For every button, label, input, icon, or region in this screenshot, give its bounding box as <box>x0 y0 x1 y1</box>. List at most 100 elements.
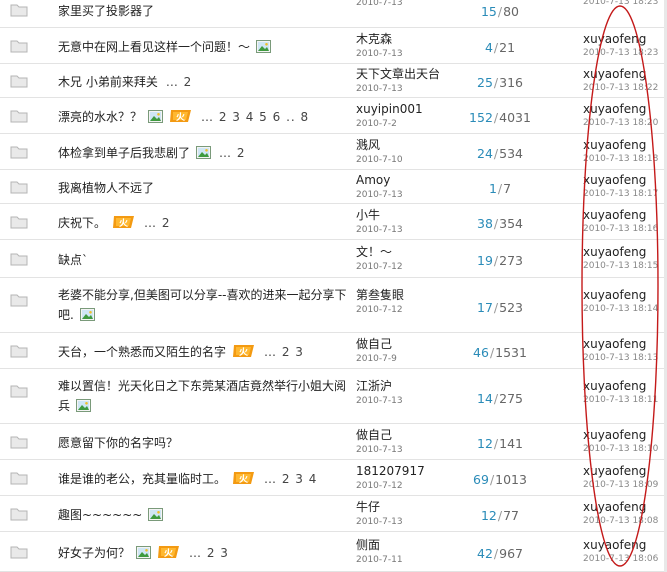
thread-row[interactable]: 愿意留下你的名字吗？ 做自己 2010-7-13 12/141 xuyaofeng 201… <box>0 424 667 460</box>
thread-row[interactable]: 木兄 小弟前来拜关… 2 天下文章出天台 2010-7-13 25/316 xuyaof… <box>0 64 667 98</box>
last-post-time: 2010-7-13 18:22 <box>583 83 659 93</box>
thread-title-text[interactable]: 天台，一个熟悉而又陌生的名字 <box>58 345 226 359</box>
thread-title[interactable]: 缺点` <box>58 250 348 270</box>
thread-title[interactable]: 庆祝下。 火 … 2 <box>58 213 348 233</box>
thread-title-text[interactable]: 体检拿到单子后我悲剧了 <box>58 146 190 160</box>
reply-count: 152 <box>469 110 493 125</box>
folder-icon <box>10 3 28 17</box>
last-post-user[interactable]: xuyaofeng <box>583 464 667 479</box>
view-count: 21 <box>499 40 516 55</box>
last-post-time: 2010-7-13 18:23 <box>583 48 659 58</box>
last-post-time: 2010-7-13 18:15 <box>583 261 659 271</box>
folder-icon <box>10 180 28 194</box>
thread-pages[interactable]: … 2 <box>166 75 192 89</box>
thread-row[interactable]: 谁是谁的老公，充其量临时工。火… 2 3 4 181207917 2010-7-12… <box>0 460 667 496</box>
last-post-user[interactable]: xuyaofeng <box>583 67 667 82</box>
stats-separator: / <box>489 345 495 360</box>
thread-title-text[interactable]: 难以置信！光天化日之下东莞某酒店竟然举行小姐大阅兵 <box>58 379 346 413</box>
stats-separator: / <box>493 546 499 561</box>
last-post-user[interactable]: xuyaofeng <box>583 245 667 260</box>
thread-stats: 24/534 <box>440 146 560 162</box>
thread-title-text[interactable]: 缺点` <box>58 253 88 267</box>
thread-title-text[interactable]: 好女子为何？ <box>58 546 130 560</box>
thread-title-text[interactable]: 趣图~~~~~~ <box>58 508 142 522</box>
thread-stats: 19/273 <box>440 253 560 269</box>
thread-pages[interactable]: … 2 3 <box>264 345 304 359</box>
thread-title-text[interactable]: 愿意留下你的名字吗？ <box>58 436 178 450</box>
thread-title-text[interactable]: 木兄 小弟前来拜关 <box>58 75 158 89</box>
thread-row[interactable]: 老婆不能分享,但美图可以分享--喜欢的进来一起分享下吧. 第叁隻眼 2010-7-1… <box>0 278 667 333</box>
last-post-user[interactable]: xuyaofeng <box>583 208 667 223</box>
thread-row[interactable]: 家里买了投影器了 2010-7-13 15/80 2010-7-13 18:23 <box>0 0 667 28</box>
last-post-user[interactable]: xuyaofeng <box>583 288 667 303</box>
last-post-user[interactable]: xuyaofeng <box>583 538 667 553</box>
thread-stats: 25/316 <box>440 75 560 91</box>
thread-row[interactable]: 难以置信！光天化日之下东莞某酒店竟然举行小姐大阅兵 江浙沪 2010-7-13 14/… <box>0 369 667 424</box>
thread-title-text[interactable]: 庆祝下。 <box>58 216 106 230</box>
image-attachment-icon <box>256 39 272 53</box>
thread-pages[interactable]: … 2 <box>219 146 245 160</box>
thread-row[interactable]: 缺点` 文！～ 2010-7-12 19/273 xuyaofeng 2010-7-13 … <box>0 240 667 278</box>
last-post-time: 2010-7-13 18:08 <box>583 516 659 526</box>
view-count: 4031 <box>499 110 531 125</box>
image-attachment-icon <box>136 545 152 559</box>
thread-pages[interactable]: … 2 3 4 5 6 .. 8 <box>201 110 309 124</box>
stats-separator: / <box>493 110 499 125</box>
thread-stats: 69/1013 <box>440 472 560 488</box>
last-post: xuyaofeng 2010-7-13 18:11 <box>583 379 667 406</box>
thread-title[interactable]: 老婆不能分享,但美图可以分享--喜欢的进来一起分享下吧. <box>58 285 348 325</box>
last-post-user[interactable]: xuyaofeng <box>583 379 667 394</box>
view-count: 273 <box>499 253 523 268</box>
last-post-time: 2010-7-13 18:18 <box>583 154 659 164</box>
thread-pages[interactable]: … 2 <box>144 216 170 230</box>
thread-title-text[interactable]: 无意中在网上看见这样一个问题！～ <box>58 40 250 54</box>
thread-row[interactable]: 体检拿到单子后我悲剧了… 2 溅风 2010-7-10 24/534 xuyaofeng… <box>0 134 667 170</box>
thread-stats: 38/354 <box>440 216 560 232</box>
view-count: 141 <box>499 436 523 451</box>
thread-title[interactable]: 体检拿到单子后我悲剧了 … 2 <box>58 143 348 163</box>
last-post-user[interactable]: xuyaofeng <box>583 500 667 515</box>
thread-row[interactable]: 我离植物人不远了 Amoy 2010-7-13 1/7 xuyaofeng 2010-7-… <box>0 170 667 204</box>
thread-title-text[interactable]: 老婆不能分享,但美图可以分享--喜欢的进来一起分享下吧. <box>58 288 346 322</box>
hot-fire-icon: 火 <box>157 545 181 559</box>
thread-row[interactable]: 庆祝下。火… 2 小牛 2010-7-13 38/354 xuyaofeng 2010-7… <box>0 204 667 240</box>
last-post: xuyaofeng 2010-7-13 18:13 <box>583 337 667 364</box>
thread-title-text[interactable]: 漂亮的水水？？ <box>58 110 142 124</box>
thread-row[interactable]: 趣图~~~~~~ 牛仔 2010-7-13 12/77 xuyaofeng 2010-7-… <box>0 496 667 532</box>
stats-separator: / <box>493 40 499 55</box>
thread-pages[interactable]: … 2 3 4 <box>264 472 317 486</box>
thread-title[interactable]: 难以置信！光天化日之下东莞某酒店竟然举行小姐大阅兵 <box>58 376 348 416</box>
thread-title[interactable]: 天台，一个熟悉而又陌生的名字 火 … 2 3 <box>58 342 348 362</box>
thread-row[interactable]: 漂亮的水水？？火… 2 3 4 5 6 .. 8 xuyipin001 2010-7… <box>0 98 667 134</box>
last-post: xuyaofeng 2010-7-13 18:10 <box>583 428 667 455</box>
last-post-user[interactable]: xuyaofeng <box>583 32 667 47</box>
last-post-user[interactable]: xuyaofeng <box>583 173 667 188</box>
last-post-time: 2010-7-13 18:09 <box>583 480 659 490</box>
thread-title[interactable]: 木兄 小弟前来拜关 … 2 <box>58 72 348 92</box>
svg-text:火: 火 <box>239 474 249 485</box>
thread-title-text[interactable]: 家里买了投影器了 <box>58 4 154 18</box>
last-post-time: 2010-7-13 18:23 <box>583 0 659 7</box>
last-post-user[interactable]: xuyaofeng <box>583 337 667 352</box>
thread-title[interactable]: 好女子为何？ 火 … 2 3 <box>58 543 348 563</box>
view-count: 1013 <box>495 472 527 487</box>
thread-title[interactable]: 愿意留下你的名字吗？ <box>58 433 348 453</box>
thread-title[interactable]: 我离植物人不远了 <box>58 178 348 198</box>
last-post-user[interactable]: xuyaofeng <box>583 428 667 443</box>
thread-row[interactable]: 无意中在网上看见这样一个问题！～ 木克森 2010-7-13 4/21 xuyaofen… <box>0 28 667 64</box>
thread-title[interactable]: 无意中在网上看见这样一个问题！～ <box>58 37 348 57</box>
thread-title-text[interactable]: 谁是谁的老公，充其量临时工。 <box>58 472 226 486</box>
thread-row[interactable]: 好女子为何？火… 2 3 侧面 2010-7-11 42/967 xuyaofeng 20… <box>0 532 667 572</box>
thread-pages[interactable]: … 2 3 <box>189 546 229 560</box>
thread-title-text[interactable]: 我离植物人不远了 <box>58 181 154 195</box>
last-post-user[interactable]: xuyaofeng <box>583 138 667 153</box>
thread-title[interactable]: 趣图~~~~~~ <box>58 505 348 525</box>
reply-count: 46 <box>473 345 489 360</box>
thread-row[interactable]: 天台，一个熟悉而又陌生的名字火… 2 3 做自己 2010-7-9 46/1531 xu… <box>0 333 667 369</box>
view-count: 80 <box>503 4 520 19</box>
thread-title[interactable]: 漂亮的水水？？ 火 … 2 3 4 5 6 .. 8 <box>58 107 348 127</box>
folder-icon <box>10 145 28 159</box>
thread-title[interactable]: 家里买了投影器了 <box>58 1 348 21</box>
thread-title[interactable]: 谁是谁的老公，充其量临时工。 火 … 2 3 4 <box>58 469 348 489</box>
last-post-user[interactable]: xuyaofeng <box>583 102 667 117</box>
